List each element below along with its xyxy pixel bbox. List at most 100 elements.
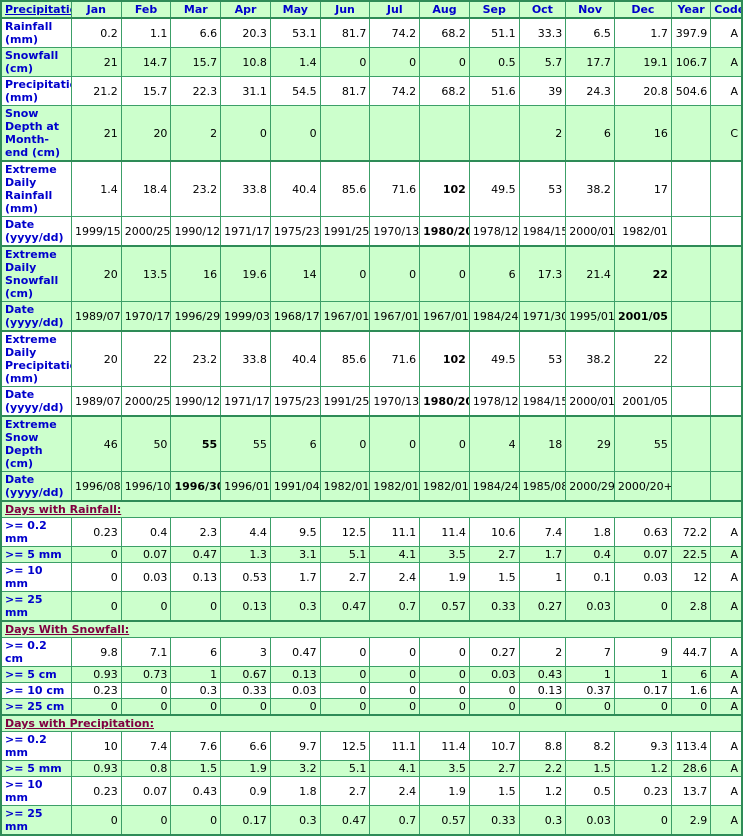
cell-value: 0.43 — [518, 666, 567, 683]
column-header-jun: Jun — [319, 0, 371, 19]
cell-value: 6.6 — [220, 731, 271, 761]
cell-value: 11.4 — [419, 517, 470, 547]
cell-value: 1.5 — [565, 760, 615, 777]
table-row: >= 0.2 cm 9.8 7.1 6 3 0.47 0 0 0 0.27 2 7 9 44.7 A — [0, 637, 743, 667]
cell-value: 9.8 — [70, 637, 122, 667]
cell-value: 2000/25 — [120, 386, 172, 417]
cell-value: 0.23 — [70, 776, 122, 806]
cell-value: 22.5 — [670, 546, 712, 563]
row-label: >= 10 cm — [0, 682, 72, 699]
cell-value: 0 — [369, 245, 421, 302]
cell-value: 7.4 — [120, 731, 172, 761]
cell-value: 1970/13 — [369, 386, 421, 417]
cell-value — [419, 105, 470, 162]
cell-value: 55 — [220, 415, 271, 472]
cell-value: 1982/01+ — [369, 471, 421, 502]
cell-value — [670, 301, 712, 332]
cell-value: 0 — [170, 591, 222, 622]
cell-value: 0.13 — [220, 591, 271, 622]
cell-value: 9.5 — [269, 517, 321, 547]
cell-value: 2.2 — [518, 760, 567, 777]
cell-code — [710, 301, 743, 332]
cell-value: 7.6 — [170, 731, 222, 761]
cell-value: 2001/05 — [613, 386, 672, 417]
cell-value: 1996/29 — [170, 301, 222, 332]
cell-value: 3.5 — [419, 760, 470, 777]
cell-value: 2.9 — [670, 805, 712, 836]
cell-value: 0.03 — [613, 562, 672, 592]
cell-value: 0 — [70, 698, 122, 716]
cell-value: 1982/01+ — [419, 471, 470, 502]
cell-value: 0.73 — [120, 666, 172, 683]
cell-value: 1.9 — [220, 760, 271, 777]
cell-value: 0 — [319, 682, 371, 699]
cell-value: 1970/13 — [369, 216, 421, 247]
cell-value: 0.2 — [70, 17, 122, 48]
cell-value: 0 — [369, 415, 421, 472]
cell-value: 0 — [419, 698, 470, 716]
cell-value: 6 — [670, 666, 712, 683]
cell-value: 0 — [269, 698, 321, 716]
cell-value — [468, 105, 520, 162]
cell-value — [369, 105, 421, 162]
cell-value: 0.3 — [269, 805, 321, 836]
cell-value: 0.7 — [369, 591, 421, 622]
cell-value: 1 — [613, 666, 672, 683]
table-row: Date (yyyy/dd)1996/081996/10+1996/301996… — [0, 471, 743, 502]
cell-value: 0.27 — [468, 637, 520, 667]
cell-code: A — [710, 682, 743, 699]
table-row: Extreme Daily Precipitation (mm)202223.2… — [0, 330, 743, 387]
row-label: Date (yyyy/dd) — [0, 471, 72, 502]
cell-value: 2.3 — [170, 517, 222, 547]
cell-value: 24.3 — [565, 76, 615, 106]
cell-value: 1.1 — [120, 17, 172, 48]
cell-value: 2000/01 — [565, 386, 615, 417]
cell-value: 0.3 — [269, 591, 321, 622]
cell-value: 0 — [518, 698, 567, 716]
cell-value: 40.4 — [269, 160, 321, 217]
cell-value: 20.3 — [220, 17, 271, 48]
cell-value: 0.1 — [565, 562, 615, 592]
cell-value: 0 — [613, 591, 672, 622]
cell-value: 0 — [120, 698, 172, 716]
row-label: >= 5 mm — [0, 760, 72, 777]
cell-value: 7.4 — [518, 517, 567, 547]
cell-value: 0 — [319, 698, 371, 716]
cell-value: 1.4 — [70, 160, 122, 217]
cell-value: 3.5 — [419, 546, 470, 563]
cell-value: 2.7 — [319, 562, 371, 592]
cell-value: 2.4 — [369, 562, 421, 592]
cell-value: 1991/25 — [319, 386, 371, 417]
cell-value: 0.03 — [565, 805, 615, 836]
cell-value: 0.7 — [369, 805, 421, 836]
cell-value: 4 — [468, 415, 520, 472]
cell-value: 0 — [613, 698, 672, 716]
cell-code — [710, 330, 743, 387]
table-row: Date (yyyy/dd) 1989/07 1970/17 1996/29 1999/… — [0, 301, 743, 332]
cell-value: 6 — [565, 105, 615, 162]
cell-code: A — [710, 637, 743, 667]
cell-value — [670, 415, 712, 472]
column-header-code: Code — [710, 0, 743, 19]
cell-value: 40.4 — [269, 330, 321, 387]
row-label: Extreme Daily Precipitation (mm) — [0, 330, 72, 387]
cell-value: 1991/04 — [269, 471, 321, 502]
cell-code — [710, 160, 743, 217]
cell-value: 10.7 — [468, 731, 520, 761]
row-label: >= 25 mm — [0, 805, 72, 836]
cell-code: A — [710, 546, 743, 563]
cell-value: 5.1 — [319, 546, 371, 563]
cell-value: 2 — [518, 637, 567, 667]
cell-value: 0 — [120, 805, 172, 836]
cell-value: 6 — [468, 245, 520, 302]
cell-value: 44.7 — [670, 637, 712, 667]
column-header-may: May — [269, 0, 321, 19]
table-row: >= 0.2 mm 0.23 0.4 2.3 4.4 9.5 12.5 11.1 11.4 10.… — [0, 517, 743, 547]
cell-value: 0 — [419, 637, 470, 667]
cell-value: 1984/24 — [468, 301, 520, 332]
cell-value: 0.67 — [220, 666, 271, 683]
table-row: Date (yyyy/dd) 1999/15 2000/25 1990/12 1971/… — [0, 216, 743, 247]
cell-value: 1996/30 — [170, 471, 222, 502]
cell-code: A — [710, 76, 743, 106]
cell-code: A — [710, 805, 743, 836]
